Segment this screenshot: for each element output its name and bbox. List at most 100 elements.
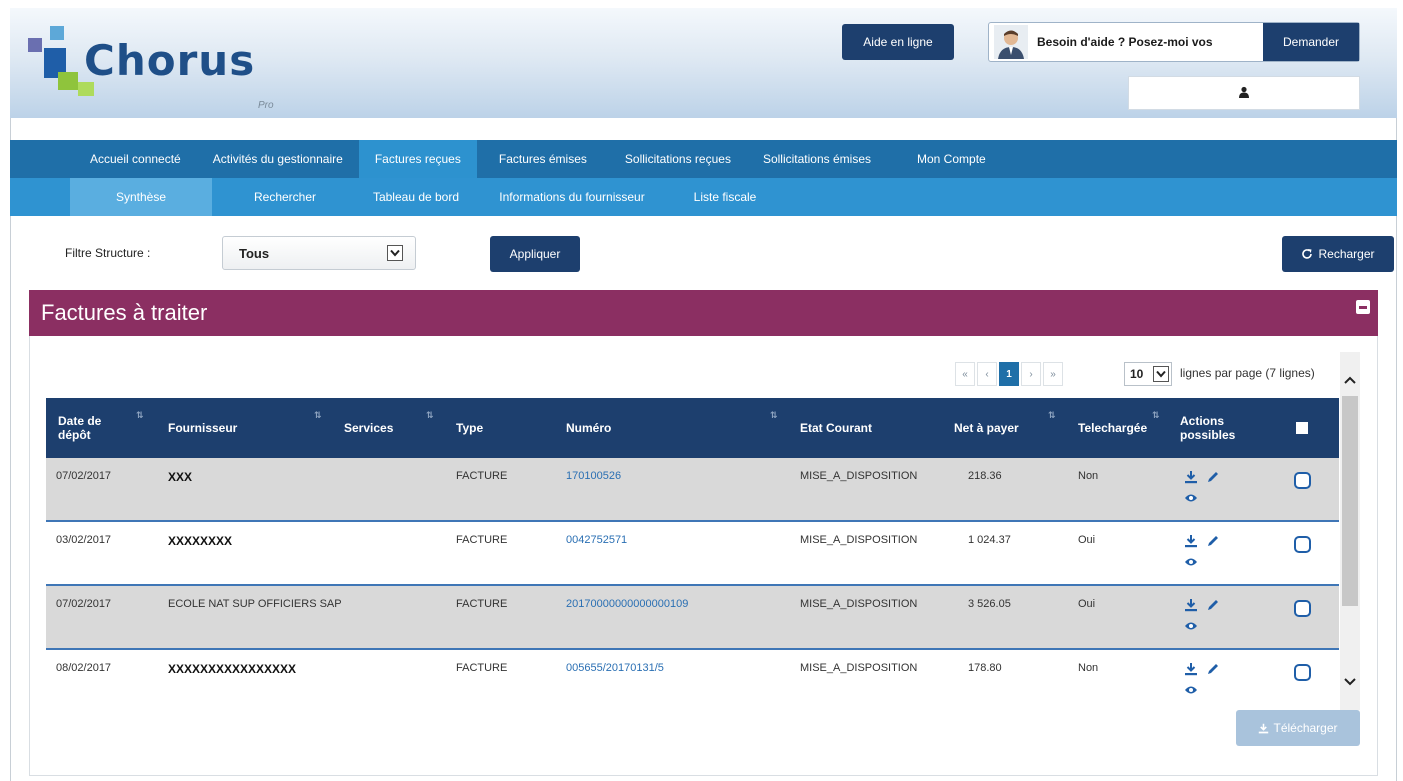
- table-row[interactable]: 08/02/2017 XXXXXXXXXXXXXXXX FACTURE 0056…: [46, 650, 1339, 710]
- download-icon[interactable]: [1184, 470, 1198, 484]
- recharger-button[interactable]: Recharger: [1282, 236, 1394, 272]
- col-services-label: Services: [344, 421, 394, 435]
- demander-button[interactable]: Demander: [1263, 23, 1359, 61]
- download-icon[interactable]: [1184, 598, 1198, 612]
- table-row[interactable]: 03/02/2017 XXXXXXXX FACTURE 0042752571 M…: [46, 522, 1339, 586]
- nav-activites-gestionnaire[interactable]: Activités du gestionnaire: [197, 140, 359, 178]
- subnav-tableau-de-bord[interactable]: Tableau de bord: [358, 178, 474, 216]
- col-services[interactable]: Services: [344, 398, 393, 458]
- last-page-icon[interactable]: »: [1043, 362, 1063, 386]
- prev-page-icon[interactable]: ‹: [977, 362, 997, 386]
- cell-net: 1 024.37: [968, 534, 1011, 546]
- cell-telechargee: Oui: [1078, 534, 1096, 546]
- subnav-synthese[interactable]: Synthèse: [70, 178, 212, 216]
- view-eye-icon[interactable]: [1184, 620, 1198, 632]
- page-number[interactable]: 1: [999, 362, 1019, 386]
- chorus-logo[interactable]: Chorus Pro: [28, 26, 288, 116]
- nav-accueil-connecte[interactable]: Accueil connecté: [74, 140, 197, 178]
- cell-type: FACTURE: [456, 662, 508, 674]
- panel-header: Factures à traiter: [29, 290, 1378, 336]
- row-select-checkbox[interactable]: [1294, 536, 1311, 553]
- row-select-checkbox[interactable]: [1294, 472, 1311, 489]
- select-all-checkbox[interactable]: [1296, 398, 1308, 458]
- col-telechargee-label: Telechargée: [1078, 421, 1148, 435]
- subnav-liste-fiscale[interactable]: Liste fiscale: [670, 178, 780, 216]
- nav-factures-recues[interactable]: Factures reçues: [358, 140, 477, 178]
- subnav-informations-fournisseur[interactable]: Informations du fournisseur: [474, 178, 670, 216]
- edit-pencil-icon[interactable]: [1206, 662, 1220, 676]
- cell-fournisseur: ECOLE NAT SUP OFFICIERS SAP: [168, 598, 342, 610]
- col-fournisseur[interactable]: Fournisseur: [168, 398, 237, 458]
- aide-en-ligne-button[interactable]: Aide en ligne: [842, 24, 954, 60]
- row-select-checkbox[interactable]: [1294, 664, 1311, 681]
- col-net-a-payer[interactable]: Net à payer: [954, 398, 1019, 458]
- telecharger-button[interactable]: Télécharger: [1236, 710, 1360, 746]
- table-row[interactable]: 07/02/2017 ECOLE NAT SUP OFFICIERS SAP F…: [46, 586, 1339, 650]
- nav-sollicitations-recues[interactable]: Sollicitations reçues: [609, 140, 747, 178]
- col-telechargee[interactable]: Telechargée: [1078, 398, 1147, 458]
- chevron-down-icon[interactable]: [1342, 674, 1358, 690]
- next-page-icon[interactable]: ›: [1021, 362, 1041, 386]
- col-numero-label: Numéro: [566, 421, 612, 435]
- cell-telechargee: Oui: [1078, 598, 1096, 610]
- help-question-text[interactable]: Besoin d'aide ? Posez-moi vos: [1033, 23, 1263, 61]
- download-icon: [1259, 723, 1269, 733]
- col-etat-courant[interactable]: Etat Courant: [800, 398, 872, 458]
- download-icon[interactable]: [1184, 662, 1198, 676]
- appliquer-button[interactable]: Appliquer: [490, 236, 580, 272]
- filter-structure-label: Filtre Structure :: [65, 246, 151, 260]
- refresh-icon: [1301, 248, 1313, 260]
- row-select-checkbox[interactable]: [1294, 600, 1311, 617]
- download-icon[interactable]: [1184, 534, 1198, 548]
- col-fournisseur-label: Fournisseur: [168, 421, 238, 435]
- table-row[interactable]: 07/02/2017 XXX FACTURE 170100526 MISE_A_…: [46, 458, 1339, 522]
- edit-pencil-icon[interactable]: [1206, 534, 1220, 548]
- cell-numero-link[interactable]: 0042752571: [566, 534, 627, 546]
- cell-date: 08/02/2017: [56, 662, 112, 674]
- user-account-box[interactable]: [1128, 76, 1360, 110]
- view-eye-icon[interactable]: [1184, 684, 1198, 696]
- view-eye-icon[interactable]: [1184, 492, 1198, 504]
- cell-fournisseur: XXXXXXXXXXXXXXXX: [168, 662, 297, 676]
- per-page-select[interactable]: 10: [1124, 362, 1172, 386]
- edit-pencil-icon[interactable]: [1206, 470, 1220, 484]
- view-eye-icon[interactable]: [1184, 556, 1198, 568]
- cell-type: FACTURE: [456, 534, 508, 546]
- per-page-value: 10: [1130, 367, 1144, 381]
- invoices-table: Date de dépôt ⇅ Fournisseur ⇅ Services ⇅…: [46, 398, 1339, 710]
- row-actions: [1184, 470, 1224, 510]
- chevron-up-icon[interactable]: [1342, 372, 1358, 388]
- col-type-label: Type: [456, 421, 484, 435]
- nav-sollicitations-emises[interactable]: Sollicitations émises: [747, 140, 887, 178]
- collapse-icon[interactable]: [1356, 300, 1370, 314]
- recharger-label: Recharger: [1318, 247, 1375, 261]
- col-numero[interactable]: Numéro: [566, 398, 611, 458]
- cell-date: 07/02/2017: [56, 598, 112, 610]
- first-page-icon[interactable]: «: [955, 362, 975, 386]
- telecharger-label: Télécharger: [1273, 721, 1338, 735]
- cell-net: 218.36: [968, 470, 1002, 482]
- subnav-rechercher[interactable]: Rechercher: [212, 178, 358, 216]
- cell-fournisseur: XXXXXXXX: [168, 534, 233, 548]
- primary-nav: Accueil connecté Activités du gestionnai…: [10, 140, 1397, 178]
- edit-pencil-icon[interactable]: [1206, 598, 1220, 612]
- cell-numero-link[interactable]: 005655/20170131/5: [566, 662, 664, 674]
- filter-structure-select[interactable]: Tous: [222, 236, 416, 270]
- cell-numero-link[interactable]: 170100526: [566, 470, 621, 482]
- nav-factures-emises[interactable]: Factures émises: [477, 140, 609, 178]
- scrollbar-thumb[interactable]: [1342, 396, 1358, 606]
- cell-etat: MISE_A_DISPOSITION: [800, 598, 918, 610]
- col-type[interactable]: Type: [456, 398, 483, 458]
- cell-type: FACTURE: [456, 470, 508, 482]
- logo-word: Chorus: [84, 36, 256, 85]
- table-scrollbar[interactable]: [1340, 352, 1360, 710]
- cell-numero-link[interactable]: 20170000000000000109: [566, 598, 688, 610]
- secondary-nav: Synthèse Rechercher Tableau de bord Info…: [10, 178, 1397, 216]
- col-actions-label: Actions possibles: [1180, 414, 1236, 442]
- col-date-depot[interactable]: Date de dépôt: [58, 398, 118, 458]
- nav-mon-compte[interactable]: Mon Compte: [887, 140, 1016, 178]
- filter-structure-value: Tous: [239, 245, 270, 261]
- chevron-down-icon: [387, 245, 403, 261]
- cell-fournisseur: XXX: [168, 470, 193, 484]
- logo-square: [50, 26, 64, 40]
